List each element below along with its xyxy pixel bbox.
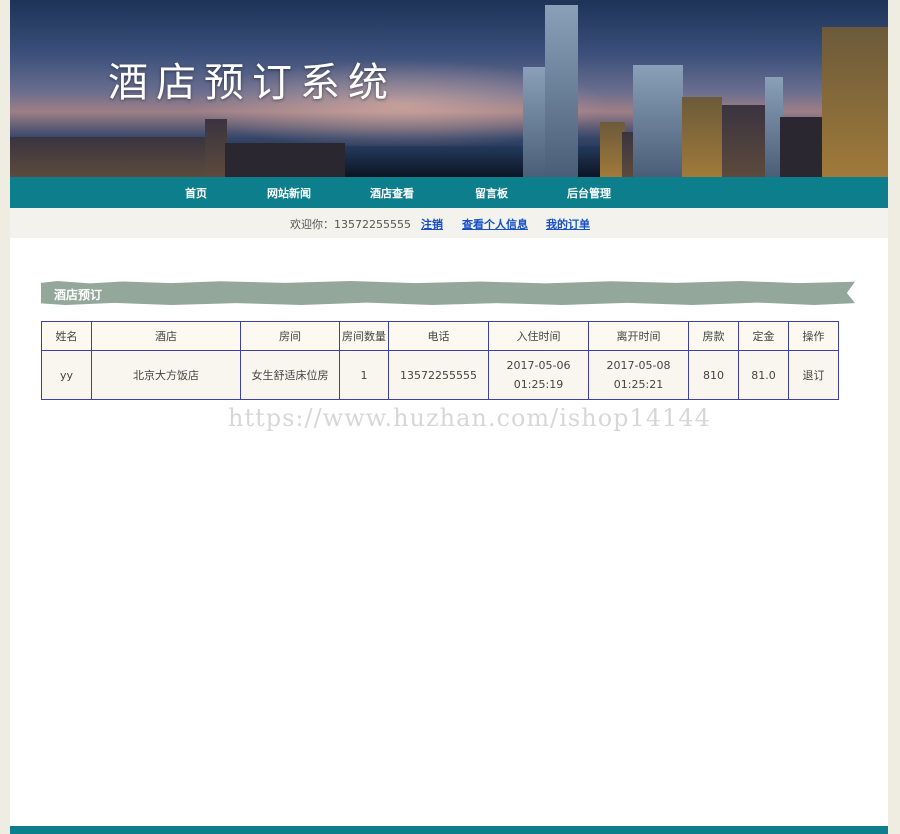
section-header: 酒店预订: [41, 281, 855, 305]
col-header-action: 操作: [788, 321, 839, 351]
site-title: 酒店预订系统: [108, 60, 396, 106]
footer-bar: [10, 826, 888, 834]
cancel-booking-button[interactable]: 退订: [788, 350, 839, 400]
checkin-date: 2017-05-06: [506, 359, 571, 372]
section-title: 酒店预订: [54, 288, 103, 302]
cell-checkin: 2017-05-06 01:25:19: [488, 350, 589, 400]
col-header-deposit: 定金: [738, 321, 789, 351]
col-header-price: 房款: [688, 321, 739, 351]
skyscraper-10: [822, 27, 888, 177]
table-header-row: 姓名 酒店 房间 房间数量 电话 入住时间 离开时间 房款 定金 操作: [41, 321, 839, 351]
col-header-checkin: 入住时间: [488, 321, 589, 351]
cell-room: 女生舒适床位房: [240, 350, 340, 400]
col-header-room-count: 房间数量: [339, 321, 389, 351]
col-header-checkout: 离开时间: [588, 321, 689, 351]
nav-item-admin[interactable]: 后台管理: [567, 185, 611, 201]
checkin-time: 01:25:19: [513, 378, 564, 391]
cell-price: 810: [688, 350, 739, 400]
cell-room-count: 1: [339, 350, 389, 400]
checkout-time: 01:25:21: [613, 378, 664, 391]
skyline-left: [10, 137, 210, 177]
nav-item-hotels[interactable]: 酒店查看: [370, 185, 414, 201]
page: 酒店预订系统 首页 网站新闻 酒店查看 留言板 后台管理 欢迎你：1357225…: [10, 0, 888, 834]
nav-item-news[interactable]: 网站新闻: [267, 185, 311, 201]
col-header-room: 房间: [240, 321, 340, 351]
profile-link[interactable]: 查看个人信息: [462, 218, 528, 231]
booking-table: 姓名 酒店 房间 房间数量 电话 入住时间 离开时间 房款 定金 操作 yy 北…: [41, 321, 839, 400]
col-header-phone: 电话: [388, 321, 489, 351]
header-banner: 酒店预订系统: [10, 0, 888, 177]
skyscraper-5: [633, 65, 683, 177]
user-bar: 欢迎你：13572255555 注销 查看个人信息 我的订单: [10, 208, 888, 238]
col-header-name: 姓名: [41, 321, 92, 351]
my-orders-link[interactable]: 我的订单: [546, 218, 590, 231]
logout-link[interactable]: 注销: [421, 218, 443, 231]
nav-item-message-board[interactable]: 留言板: [475, 185, 508, 201]
skyline-mid: [225, 143, 345, 177]
skyscraper-6: [682, 97, 722, 177]
welcome-text: 欢迎你：13572255555: [290, 218, 411, 231]
cell-name: yy: [41, 350, 92, 400]
cell-hotel: 北京大方饭店: [91, 350, 241, 400]
col-header-hotel: 酒店: [91, 321, 241, 351]
cell-phone: 13572255555: [388, 350, 489, 400]
cell-checkout: 2017-05-08 01:25:21: [588, 350, 689, 400]
cell-deposit: 81.0: [738, 350, 789, 400]
table-row: yy 北京大方饭店 女生舒适床位房 1 13572255555 2017-05-…: [41, 350, 839, 400]
main-nav: 首页 网站新闻 酒店查看 留言板 后台管理: [10, 177, 888, 208]
skyline-tower: [205, 119, 227, 177]
checkout-date: 2017-05-08: [606, 359, 671, 372]
nav-item-home[interactable]: 首页: [185, 185, 207, 201]
skyscraper-2: [545, 5, 578, 177]
skyscraper-9: [780, 117, 825, 177]
watermark-text: https://www.huzhan.com/ishop14144: [228, 404, 711, 432]
